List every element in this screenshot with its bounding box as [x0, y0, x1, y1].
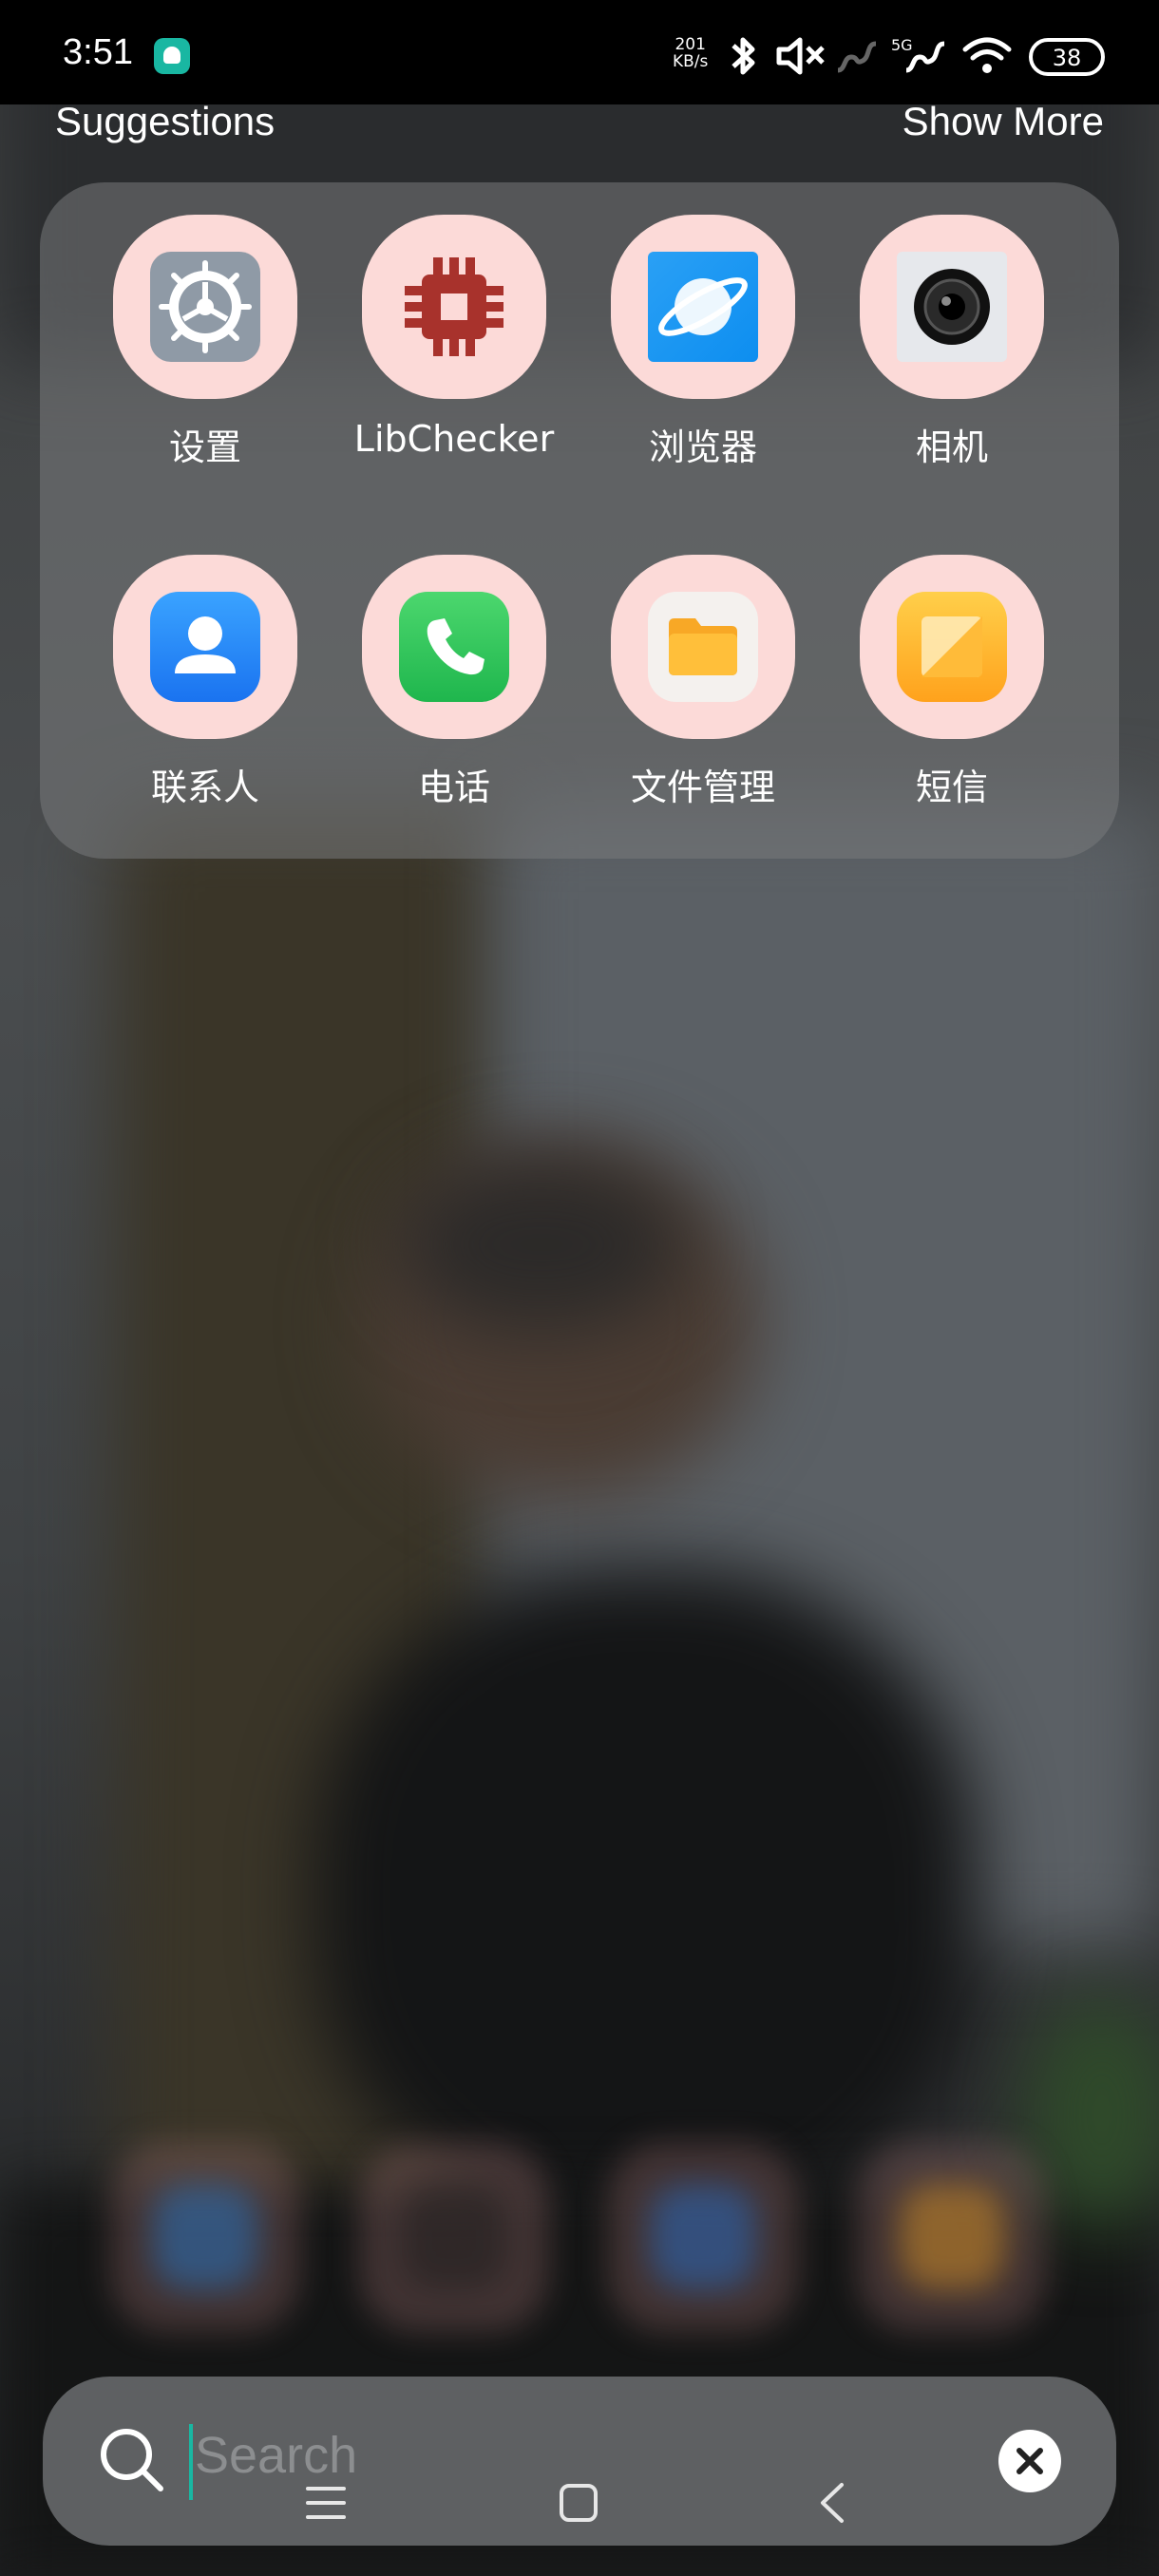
dock-icon-blurred	[359, 2142, 549, 2332]
app-label: 文件管理	[630, 767, 775, 808]
phone-icon	[399, 592, 509, 702]
network-speed: 201 KB/s	[673, 36, 708, 70]
battery-level: 38	[1052, 45, 1082, 71]
libchecker-icon	[399, 252, 509, 362]
app-phone[interactable]: 电话	[330, 555, 579, 810]
app-messages[interactable]: 短信	[827, 555, 1076, 810]
app-label: 短信	[915, 767, 988, 808]
app-label: 联系人	[150, 767, 259, 808]
camera-icon	[897, 252, 1007, 362]
app-libchecker[interactable]: LibChecker	[330, 215, 579, 460]
close-icon	[1016, 2448, 1043, 2474]
search-icon	[101, 2429, 163, 2491]
app-settings[interactable]: 设置	[81, 215, 330, 470]
contacts-icon	[150, 592, 260, 702]
app-label: 浏览器	[648, 426, 757, 468]
dock-icon-blurred	[110, 2142, 300, 2332]
dock-icon-blurred	[857, 2142, 1047, 2332]
dock-icon-blurred	[608, 2142, 798, 2332]
app-label: 相机	[915, 426, 988, 468]
status-time: 3:51	[63, 32, 133, 72]
app-label: 电话	[417, 767, 490, 808]
notification-app-icon	[154, 38, 190, 74]
network-speed-value: 201	[674, 35, 706, 54]
back-nav-icon[interactable]	[811, 2481, 855, 2525]
text-caret	[189, 2424, 193, 2500]
app-contacts[interactable]: 联系人	[81, 555, 330, 810]
home-nav-icon[interactable]	[557, 2481, 600, 2525]
network-speed-unit: KB/s	[673, 52, 709, 71]
clear-search-button[interactable]	[998, 2430, 1061, 2492]
signal-icon-inactive	[837, 41, 877, 73]
mute-icon	[776, 37, 825, 75]
app-label: 设置	[168, 426, 241, 468]
settings-icon	[150, 252, 260, 362]
app-label: LibChecker	[353, 418, 555, 460]
file-manager-icon	[648, 592, 758, 702]
messages-icon	[897, 592, 1007, 702]
status-bar: 3:51 201 KB/s 5G 38	[0, 0, 1159, 104]
browser-icon	[648, 252, 758, 362]
signal-icon	[905, 41, 945, 73]
search-input[interactable]: Search	[195, 2426, 357, 2485]
menu-nav-icon[interactable]	[304, 2481, 348, 2525]
show-more-button[interactable]: Show More	[902, 99, 1104, 144]
app-file-manager[interactable]: 文件管理	[579, 555, 827, 810]
app-browser[interactable]: 浏览器	[579, 215, 827, 470]
suggestions-title: Suggestions	[55, 99, 276, 143]
app-camera[interactable]: 相机	[827, 215, 1076, 470]
wifi-icon	[962, 37, 1012, 73]
bluetooth-icon	[732, 37, 755, 75]
battery-indicator: 38	[1029, 38, 1105, 76]
